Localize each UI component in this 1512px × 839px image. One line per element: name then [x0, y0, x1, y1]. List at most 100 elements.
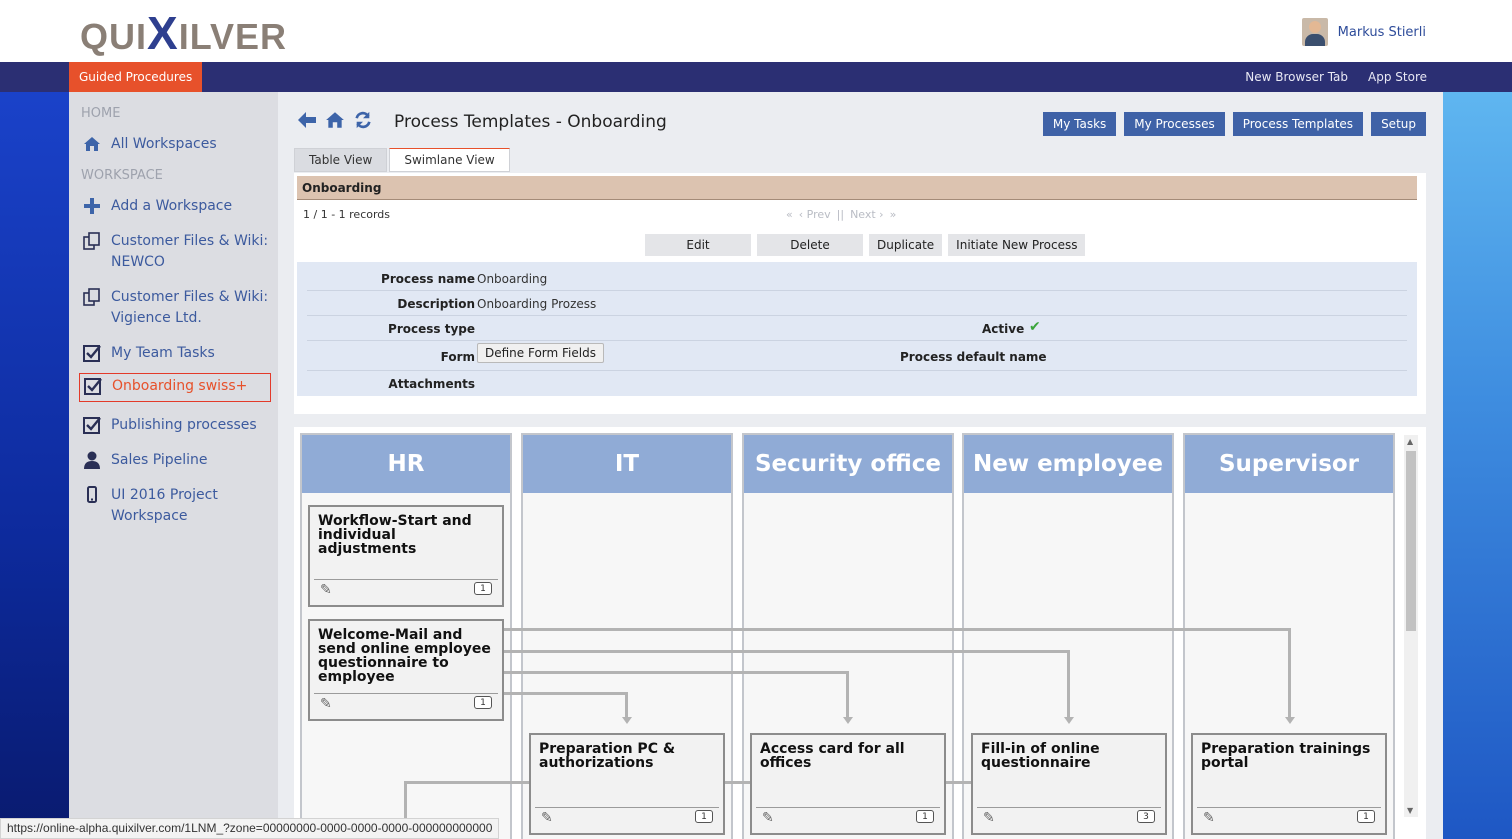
- checkbox-icon: [82, 376, 104, 396]
- sidebar-item-my-team-tasks[interactable]: My Team Tasks: [79, 341, 271, 366]
- pencil-icon[interactable]: ✎: [320, 582, 332, 598]
- initiate-new-process-button[interactable]: Initiate New Process: [948, 234, 1086, 256]
- pager-prev[interactable]: ‹ Prev: [799, 208, 831, 221]
- my-processes-button[interactable]: My Processes: [1124, 112, 1225, 136]
- main-navbar: Guided Procedures New Browser Tab App St…: [0, 62, 1512, 92]
- connector-line: [944, 781, 972, 784]
- connector-line: [724, 781, 752, 784]
- comment-count-badge[interactable]: 3: [1137, 810, 1155, 823]
- comment-count-badge[interactable]: 1: [695, 810, 713, 823]
- pager-last[interactable]: »: [890, 208, 897, 221]
- scroll-up-icon[interactable]: ▲: [1407, 437, 1413, 446]
- pencil-icon[interactable]: ✎: [541, 810, 553, 826]
- pencil-icon[interactable]: ✎: [320, 696, 332, 712]
- sidebar-item-all-workspaces[interactable]: All Workspaces: [79, 132, 271, 157]
- connector-line: [1067, 650, 1070, 718]
- background-left: [0, 92, 69, 839]
- connector-line: [404, 781, 530, 784]
- home-icon: [81, 134, 103, 154]
- comment-count-badge[interactable]: 1: [1357, 810, 1375, 823]
- sidebar-item-ui-2016-project[interactable]: UI 2016 Project Workspace: [79, 483, 271, 529]
- tab-swimlane-view[interactable]: Swimlane View: [389, 148, 510, 172]
- connector-line: [504, 650, 1070, 653]
- process-properties: Process name Onboarding Description Onbo…: [297, 262, 1417, 396]
- sidebar-item-customer-files-newco[interactable]: Customer Files & Wiki: NEWCO: [79, 229, 271, 275]
- avatar: [1301, 18, 1328, 46]
- browser-status-url: https://online-alpha.quixilver.com/1LNM_…: [0, 818, 500, 839]
- task-card[interactable]: Access card for all offices ✎ 1: [750, 733, 946, 835]
- task-card[interactable]: Welcome-Mail and send online employee qu…: [308, 619, 504, 721]
- connector-arrow: [1285, 717, 1295, 724]
- checkbox-icon: [81, 415, 103, 435]
- sidebar-item-publishing-processes[interactable]: Publishing processes: [79, 413, 271, 438]
- task-card[interactable]: Fill-in of online questionnaire ✎ 3: [971, 733, 1167, 835]
- connector-line: [625, 692, 628, 718]
- sidebar: HOME All Workspaces WORKSPACE Add a Work…: [69, 92, 278, 839]
- pencil-icon[interactable]: ✎: [983, 810, 995, 826]
- comment-count-badge[interactable]: 1: [916, 810, 934, 823]
- connector-line: [504, 671, 849, 674]
- top-header: QUIXILVER Markus Stierli: [0, 0, 1512, 62]
- copy-icon: [81, 231, 103, 251]
- connector-line: [846, 671, 849, 718]
- sidebar-item-add-workspace[interactable]: Add a Workspace: [79, 194, 271, 219]
- process-card: Onboarding 1 / 1 - 1 records « ‹ Prev ||…: [294, 173, 1426, 414]
- vertical-scrollbar[interactable]: ▲ ▼: [1404, 435, 1418, 817]
- background-right: [1443, 92, 1512, 839]
- sidebar-item-customer-files-vigience[interactable]: Customer Files & Wiki: Vigience Ltd.: [79, 285, 271, 331]
- pager: « ‹ Prev || Next › »: [786, 208, 896, 221]
- connector-arrow: [622, 717, 632, 724]
- record-count: 1 / 1 - 1 records: [303, 208, 391, 221]
- prop-description: Description Onboarding Prozess: [307, 291, 1407, 316]
- prop-form: Form Define Form Fields Process default …: [307, 341, 1407, 371]
- prop-process-type: Process type Active ✔: [307, 316, 1407, 341]
- scrollbar-thumb[interactable]: [1406, 451, 1416, 631]
- define-form-fields-button[interactable]: Define Form Fields: [477, 343, 604, 363]
- connector-arrow: [1064, 717, 1074, 724]
- checkbox-icon: [81, 343, 103, 363]
- my-tasks-button[interactable]: My Tasks: [1042, 112, 1117, 136]
- nav-guided-procedures[interactable]: Guided Procedures: [69, 62, 203, 92]
- copy-icon: [81, 287, 103, 307]
- prop-attachments: Attachments: [388, 377, 475, 391]
- process-templates-button[interactable]: Process Templates: [1232, 112, 1364, 136]
- quixilver-logo[interactable]: QUIXILVER: [80, 6, 287, 60]
- swimlane-diagram: HR IT Security office New employee Super…: [294, 427, 1426, 839]
- plus-icon: [81, 196, 103, 216]
- tab-table-view[interactable]: Table View: [294, 148, 388, 172]
- back-arrow-icon[interactable]: [296, 110, 318, 134]
- refresh-icon[interactable]: [352, 110, 374, 134]
- task-card[interactable]: Preparation trainings portal ✎ 1: [1191, 733, 1387, 835]
- connector-line: [504, 628, 1290, 631]
- nav-new-browser-tab[interactable]: New Browser Tab: [1245, 62, 1348, 92]
- sidebar-heading-home: HOME: [81, 106, 121, 121]
- active-check-icon: ✔: [1029, 319, 1041, 335]
- pencil-icon[interactable]: ✎: [1203, 810, 1215, 826]
- connector-line: [504, 692, 628, 695]
- user-menu[interactable]: Markus Stierli: [1301, 18, 1426, 46]
- nav-app-store[interactable]: App Store: [1368, 62, 1427, 92]
- task-card[interactable]: Preparation PC & authorizations ✎ 1: [529, 733, 725, 835]
- edit-button[interactable]: Edit: [645, 234, 751, 256]
- card-title: Onboarding: [297, 176, 1417, 200]
- pager-next[interactable]: Next ›: [850, 208, 884, 221]
- user-name[interactable]: Markus Stierli: [1338, 25, 1426, 40]
- comment-count-badge[interactable]: 1: [474, 696, 492, 709]
- pager-sep: ||: [836, 208, 845, 221]
- connector-arrow: [843, 717, 853, 724]
- user-icon: [81, 450, 103, 470]
- page-title: Process Templates - Onboarding: [394, 112, 667, 132]
- scroll-down-icon[interactable]: ▼: [1407, 806, 1413, 815]
- pencil-icon[interactable]: ✎: [762, 810, 774, 826]
- comment-count-badge[interactable]: 1: [474, 582, 492, 595]
- prop-process-name: Process name Onboarding: [307, 266, 1407, 291]
- delete-button[interactable]: Delete: [757, 234, 863, 256]
- duplicate-button[interactable]: Duplicate: [869, 234, 943, 256]
- mobile-icon: [81, 485, 103, 505]
- sidebar-item-sales-pipeline[interactable]: Sales Pipeline: [79, 448, 271, 473]
- home-icon[interactable]: [324, 110, 346, 134]
- pager-first[interactable]: «: [786, 208, 793, 221]
- sidebar-item-onboarding-swiss[interactable]: Onboarding swiss+: [79, 373, 271, 402]
- setup-button[interactable]: Setup: [1371, 112, 1426, 136]
- task-card[interactable]: Workflow-Start and individual adjustment…: [308, 505, 504, 607]
